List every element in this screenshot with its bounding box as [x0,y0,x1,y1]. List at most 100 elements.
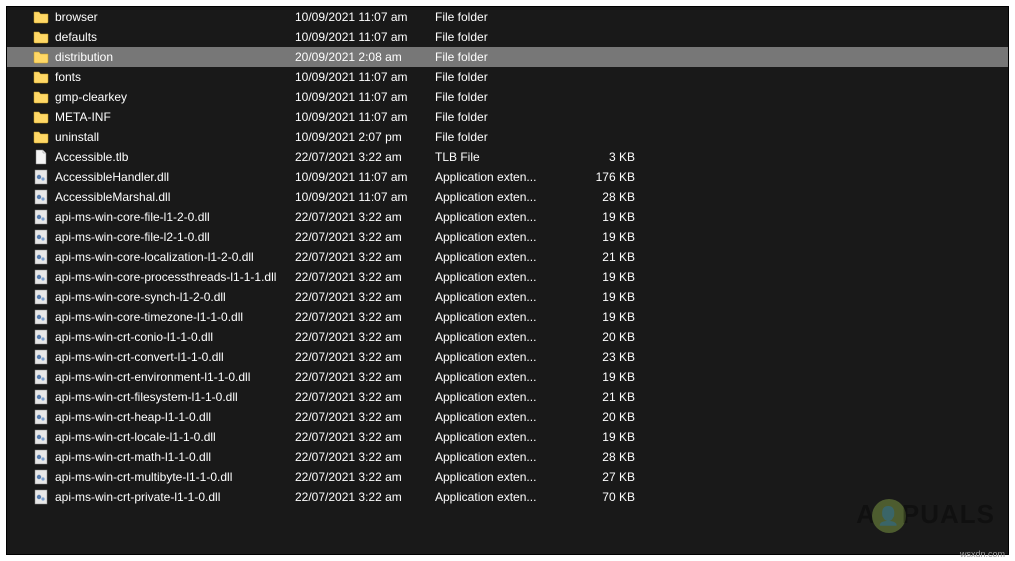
file-size: 27 KB [565,470,635,484]
file-type: Application exten... [435,270,565,284]
dll-icon [33,329,49,345]
file-size: 19 KB [565,370,635,384]
file-row[interactable]: api-ms-win-crt-filesystem-l1-1-0.dll22/0… [7,387,1008,407]
file-row[interactable]: api-ms-win-crt-heap-l1-1-0.dll22/07/2021… [7,407,1008,427]
file-date-modified: 10/09/2021 11:07 am [295,30,435,44]
file-name: Accessible.tlb [55,150,295,164]
dll-icon [33,249,49,265]
dll-icon [33,229,49,245]
file-size: 3 KB [565,150,635,164]
file-name: api-ms-win-crt-conio-l1-1-0.dll [55,330,295,344]
folder-icon [33,109,49,125]
file-size: 28 KB [565,190,635,204]
file-name: api-ms-win-crt-environment-l1-1-0.dll [55,370,295,384]
file-explorer-view[interactable]: browser10/09/2021 11:07 amFile folderdef… [6,6,1009,555]
file-name: api-ms-win-crt-heap-l1-1-0.dll [55,410,295,424]
file-type: Application exten... [435,250,565,264]
file-type: Application exten... [435,470,565,484]
file-row[interactable]: api-ms-win-crt-environment-l1-1-0.dll22/… [7,367,1008,387]
file-date-modified: 22/07/2021 3:22 am [295,210,435,224]
file-date-modified: 10/09/2021 11:07 am [295,10,435,24]
file-size: 19 KB [565,290,635,304]
file-size: 19 KB [565,430,635,444]
file-row[interactable]: fonts10/09/2021 11:07 amFile folder [7,67,1008,87]
file-name: api-ms-win-crt-convert-l1-1-0.dll [55,350,295,364]
file-name: api-ms-win-core-file-l1-2-0.dll [55,210,295,224]
folder-icon [33,129,49,145]
file-type: Application exten... [435,490,565,504]
file-type: Application exten... [435,450,565,464]
file-type: Application exten... [435,370,565,384]
file-row[interactable]: api-ms-win-crt-conio-l1-1-0.dll22/07/202… [7,327,1008,347]
file-type: File folder [435,110,565,124]
file-row[interactable]: gmp-clearkey10/09/2021 11:07 amFile fold… [7,87,1008,107]
file-name: api-ms-win-core-file-l2-1-0.dll [55,230,295,244]
file-row[interactable]: browser10/09/2021 11:07 amFile folder [7,7,1008,27]
file-size: 23 KB [565,350,635,364]
dll-icon [33,189,49,205]
file-type: Application exten... [435,230,565,244]
dll-icon [33,469,49,485]
file-row[interactable]: api-ms-win-core-file-l1-2-0.dll22/07/202… [7,207,1008,227]
file-date-modified: 10/09/2021 11:07 am [295,70,435,84]
file-row[interactable]: api-ms-win-core-file-l2-1-0.dll22/07/202… [7,227,1008,247]
file-type: Application exten... [435,190,565,204]
file-date-modified: 22/07/2021 3:22 am [295,250,435,264]
file-type: Application exten... [435,170,565,184]
file-row[interactable]: META-INF10/09/2021 11:07 amFile folder [7,107,1008,127]
file-size: 70 KB [565,490,635,504]
file-size: 176 KB [565,170,635,184]
file-type: Application exten... [435,390,565,404]
file-row[interactable]: api-ms-win-crt-private-l1-1-0.dll22/07/2… [7,487,1008,507]
file-name: api-ms-win-core-processthreads-l1-1-1.dl… [55,270,295,284]
file-date-modified: 22/07/2021 3:22 am [295,310,435,324]
file-type: Application exten... [435,430,565,444]
file-name: uninstall [55,130,295,144]
file-size: 20 KB [565,410,635,424]
folder-icon [33,69,49,85]
file-date-modified: 22/07/2021 3:22 am [295,290,435,304]
file-row[interactable]: api-ms-win-core-timezone-l1-1-0.dll22/07… [7,307,1008,327]
file-row[interactable]: api-ms-win-crt-multibyte-l1-1-0.dll22/07… [7,467,1008,487]
folder-icon [33,49,49,65]
file-row[interactable]: api-ms-win-crt-convert-l1-1-0.dll22/07/2… [7,347,1008,367]
file-name: distribution [55,50,295,64]
file-row[interactable]: api-ms-win-core-synch-l1-2-0.dll22/07/20… [7,287,1008,307]
dll-icon [33,269,49,285]
file-list[interactable]: browser10/09/2021 11:07 amFile folderdef… [7,7,1008,507]
file-row[interactable]: AccessibleHandler.dll10/09/2021 11:07 am… [7,167,1008,187]
file-name: api-ms-win-core-localization-l1-2-0.dll [55,250,295,264]
file-date-modified: 20/09/2021 2:08 am [295,50,435,64]
file-date-modified: 22/07/2021 3:22 am [295,430,435,444]
file-name: AccessibleMarshal.dll [55,190,295,204]
file-row[interactable]: AccessibleMarshal.dll10/09/2021 11:07 am… [7,187,1008,207]
file-name: api-ms-win-crt-private-l1-1-0.dll [55,490,295,504]
file-size: 21 KB [565,390,635,404]
file-row[interactable]: defaults10/09/2021 11:07 amFile folder [7,27,1008,47]
file-size: 19 KB [565,230,635,244]
file-date-modified: 10/09/2021 11:07 am [295,170,435,184]
file-type: File folder [435,130,565,144]
file-name: api-ms-win-crt-filesystem-l1-1-0.dll [55,390,295,404]
file-type: File folder [435,90,565,104]
file-type: TLB File [435,150,565,164]
file-row[interactable]: Accessible.tlb22/07/2021 3:22 amTLB File… [7,147,1008,167]
file-row[interactable]: api-ms-win-crt-locale-l1-1-0.dll22/07/20… [7,427,1008,447]
file-row[interactable]: api-ms-win-core-localization-l1-2-0.dll2… [7,247,1008,267]
footer-credit: wsxdn.com [960,549,1005,559]
file-name: AccessibleHandler.dll [55,170,295,184]
file-row[interactable]: distribution20/09/2021 2:08 amFile folde… [7,47,1008,67]
file-row[interactable]: api-ms-win-core-processthreads-l1-1-1.dl… [7,267,1008,287]
file-size: 21 KB [565,250,635,264]
file-type: Application exten... [435,290,565,304]
file-type: Application exten... [435,330,565,344]
dll-icon [33,349,49,365]
file-type: Application exten... [435,410,565,424]
file-row[interactable]: api-ms-win-crt-math-l1-1-0.dll22/07/2021… [7,447,1008,467]
dll-icon [33,429,49,445]
file-row[interactable]: uninstall10/09/2021 2:07 pmFile folder [7,127,1008,147]
file-date-modified: 22/07/2021 3:22 am [295,230,435,244]
file-name: api-ms-win-crt-locale-l1-1-0.dll [55,430,295,444]
folder-icon [33,9,49,25]
dll-icon [33,309,49,325]
